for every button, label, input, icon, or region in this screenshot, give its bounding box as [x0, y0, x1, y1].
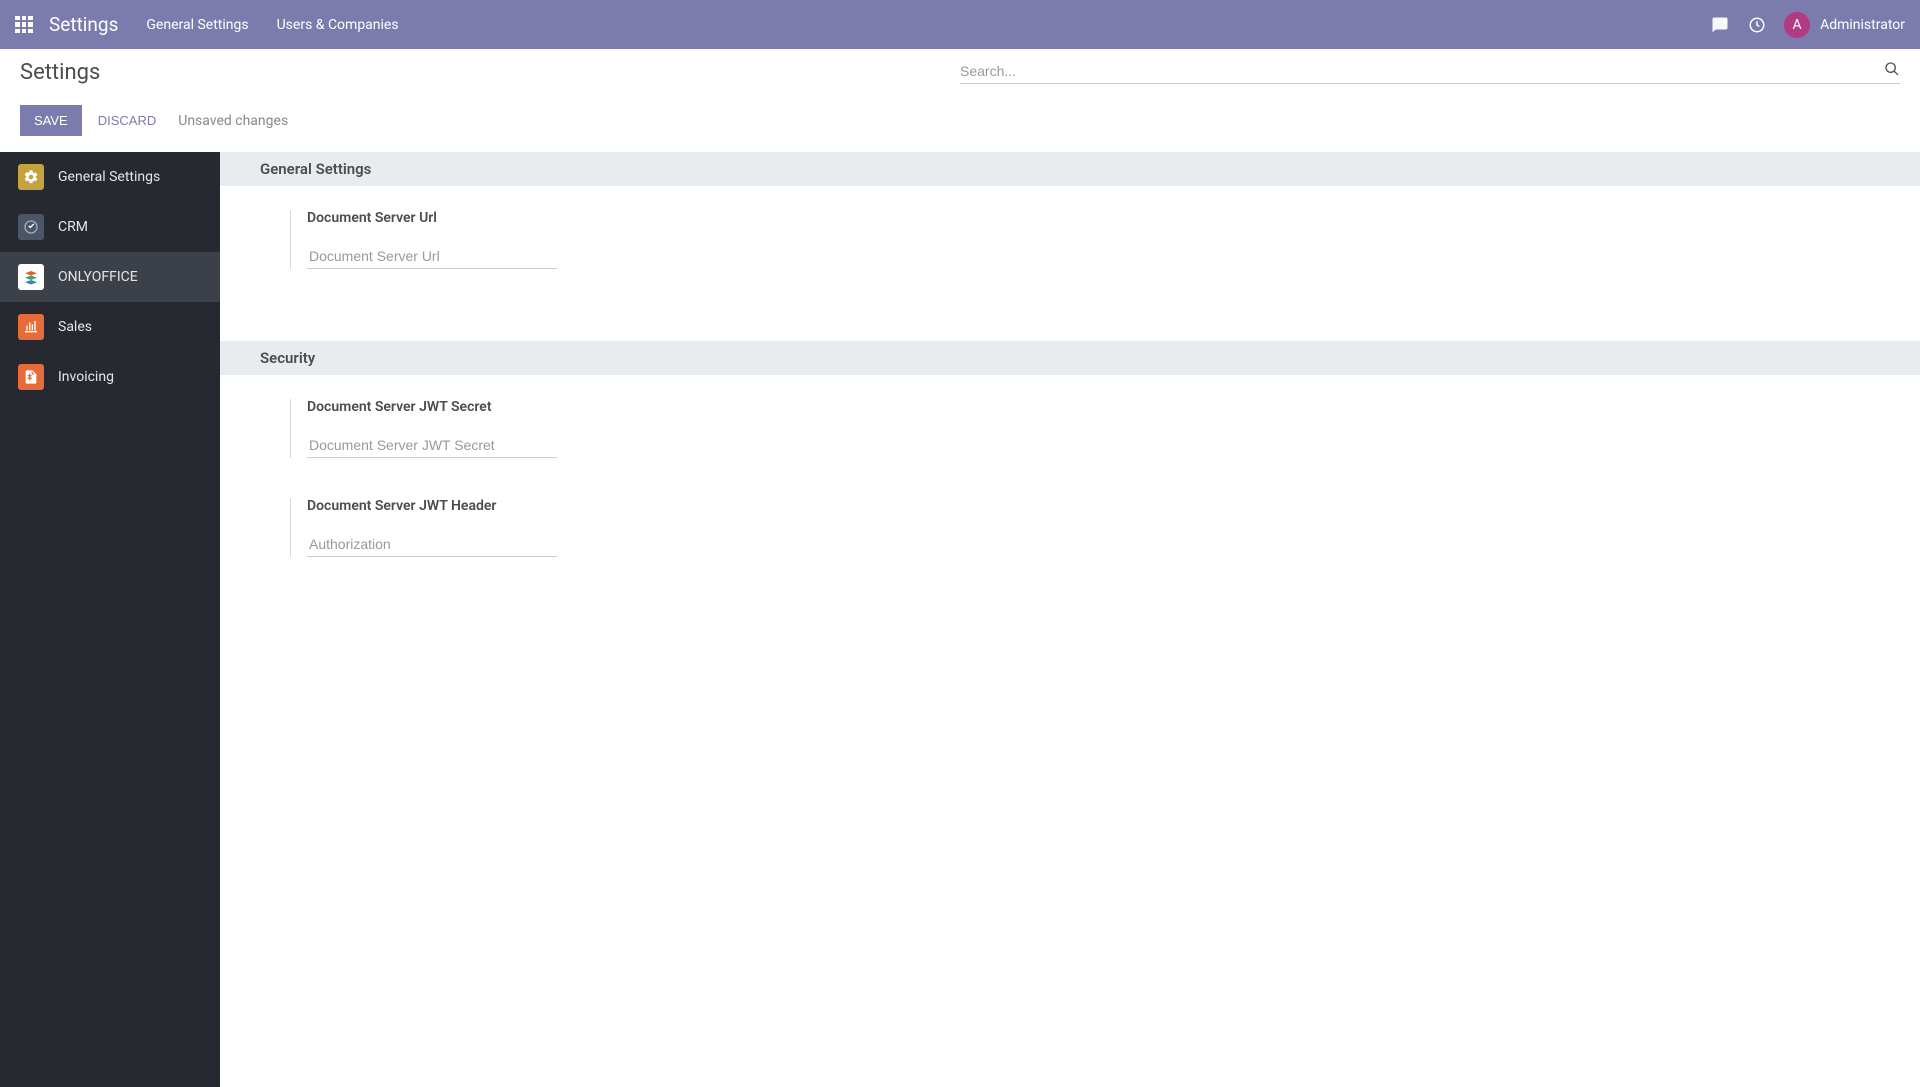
section-body-general: Document Server Url: [220, 186, 1920, 341]
field-label: Document Server Url: [307, 210, 790, 226]
control-panel: Settings: [0, 49, 1920, 97]
save-button[interactable]: SAVE: [20, 105, 82, 136]
sidebar-item-label: CRM: [58, 219, 88, 235]
section-body-security: Document Server JWT Secret Document Serv…: [220, 375, 1920, 629]
status-text: Unsaved changes: [178, 113, 288, 129]
search-area: [960, 61, 1900, 84]
top-navbar: Settings General Settings Users & Compan…: [0, 0, 1920, 49]
page-title: Settings: [20, 60, 100, 85]
action-bar: SAVE DISCARD Unsaved changes: [0, 97, 1920, 152]
navbar-right: A Administrator: [1710, 12, 1905, 38]
doc-server-url-input[interactable]: [307, 244, 557, 269]
handshake-icon: [18, 214, 44, 240]
user-menu[interactable]: A Administrator: [1784, 12, 1905, 38]
section-header-general: General Settings: [220, 152, 1920, 186]
field-label: Document Server JWT Header: [307, 498, 790, 514]
sidebar-item-invoicing[interactable]: Invoicing: [0, 352, 220, 402]
user-name: Administrator: [1820, 17, 1905, 33]
menu-general-settings[interactable]: General Settings: [146, 17, 248, 33]
navbar-menu: General Settings Users & Companies: [146, 17, 398, 33]
field-label: Document Server JWT Secret: [307, 399, 790, 415]
sidebar-item-label: ONLYOFFICE: [58, 269, 138, 285]
chart-icon: [18, 314, 44, 340]
sidebar-item-onlyoffice[interactable]: ONLYOFFICE: [0, 252, 220, 302]
field-jwt-secret: Document Server JWT Secret: [290, 399, 790, 458]
discard-button[interactable]: DISCARD: [94, 105, 161, 136]
menu-users-companies[interactable]: Users & Companies: [277, 17, 399, 33]
messages-icon[interactable]: [1710, 16, 1730, 34]
jwt-secret-input[interactable]: [307, 433, 557, 458]
apps-icon[interactable]: [15, 16, 33, 34]
jwt-header-input[interactable]: [307, 532, 557, 557]
field-doc-server-url: Document Server Url: [290, 210, 790, 269]
search-input[interactable]: [960, 63, 1874, 79]
field-jwt-header: Document Server JWT Header: [290, 498, 790, 557]
activity-icon[interactable]: [1748, 16, 1766, 34]
sidebar-item-label: Invoicing: [58, 369, 114, 385]
invoice-icon: [18, 364, 44, 390]
sidebar-item-general-settings[interactable]: General Settings: [0, 152, 220, 202]
app-title[interactable]: Settings: [49, 13, 118, 36]
sidebar-item-sales[interactable]: Sales: [0, 302, 220, 352]
onlyoffice-icon: [18, 264, 44, 290]
sidebar-item-label: General Settings: [58, 169, 160, 185]
sidebar-item-crm[interactable]: CRM: [0, 202, 220, 252]
sidebar-item-label: Sales: [58, 319, 92, 335]
main: General Settings CRM ONLYOFFICE Sales In…: [0, 152, 1920, 1087]
settings-content: General Settings Document Server Url Sec…: [220, 152, 1920, 1087]
settings-sidebar: General Settings CRM ONLYOFFICE Sales In…: [0, 152, 220, 1087]
gear-icon: [18, 164, 44, 190]
search-icon[interactable]: [1884, 61, 1900, 81]
avatar: A: [1784, 12, 1810, 38]
section-header-security: Security: [220, 341, 1920, 375]
